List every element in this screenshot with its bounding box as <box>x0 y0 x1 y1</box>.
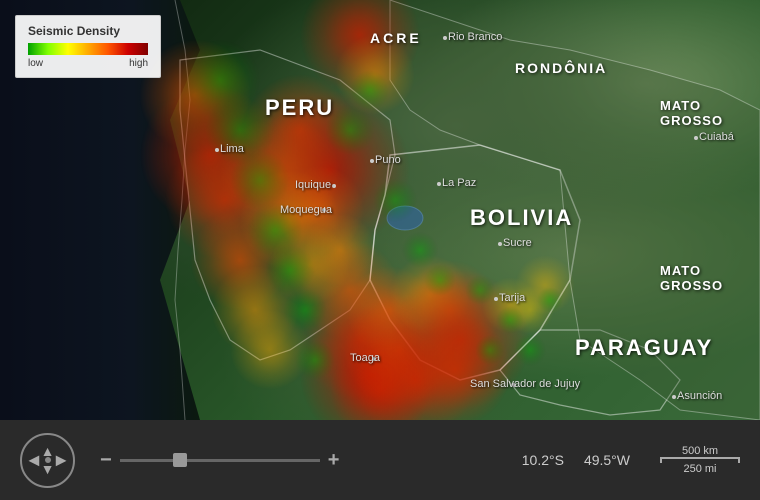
pan-control-inner: ▲ ▼ ◀ ▶ <box>33 445 63 475</box>
legend-high: high <box>129 58 148 69</box>
city-dot-iquique <box>332 184 336 188</box>
city-dot-sucre <box>498 242 502 246</box>
scale-mi: 250 mi <box>683 463 716 475</box>
zoom-plus-button[interactable]: + <box>328 449 340 472</box>
legend-labels: low high <box>28 58 148 69</box>
city-dot-cuiaba <box>694 136 698 140</box>
pan-right-arrow: ▶ <box>56 452 67 469</box>
zoom-minus-button[interactable]: − <box>100 449 112 472</box>
pan-center <box>45 457 51 463</box>
coordinates: 10.2°S 49.5°W <box>522 452 630 468</box>
zoom-control: − + <box>100 449 482 472</box>
legend: Seismic Density low high <box>15 15 161 78</box>
city-dot-lima <box>215 148 219 152</box>
city-dot-lapaz <box>437 182 441 186</box>
longitude: 49.5°W <box>584 452 630 468</box>
city-dot-asuncion <box>672 395 676 399</box>
zoom-slider-thumb[interactable] <box>173 453 187 467</box>
pan-control[interactable]: ▲ ▼ ◀ ▶ <box>20 433 75 488</box>
pan-down-arrow: ▼ <box>41 461 55 477</box>
legend-title: Seismic Density <box>28 24 148 38</box>
map-container[interactable]: PERU BOLIVIA PARAGUAY ACRE RONDÔNIA MATO… <box>0 0 760 420</box>
city-dot-moquegua <box>322 208 326 212</box>
city-dot-riobranco <box>443 36 447 40</box>
city-dot-tarija <box>494 297 498 301</box>
zoom-slider-track[interactable] <box>120 459 320 462</box>
latitude: 10.2°S <box>522 452 564 468</box>
legend-low: low <box>28 58 43 69</box>
city-dot-toaga <box>372 357 376 361</box>
control-bar: ▲ ▼ ◀ ▶ − + 10.2°S 49.5°W 500 km 250 mi <box>0 420 760 500</box>
scale-bar: 500 km 250 mi <box>660 445 740 475</box>
city-dot-puno <box>370 159 374 163</box>
city-dot-sanjujuy <box>512 383 516 387</box>
scale-km: 500 km <box>682 445 718 457</box>
pan-left-arrow: ◀ <box>29 452 40 469</box>
legend-gradient <box>28 43 148 55</box>
